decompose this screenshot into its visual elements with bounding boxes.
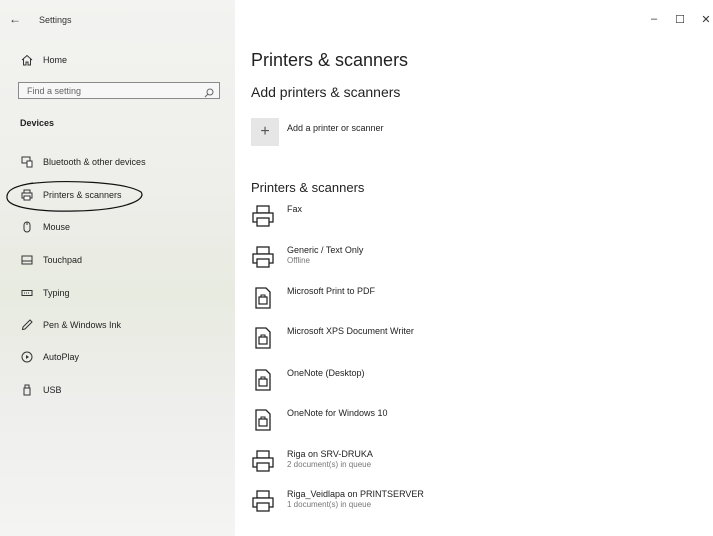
- sidebar-item-label: Mouse: [43, 222, 71, 232]
- sidebar-item-label: AutoPlay: [43, 352, 80, 362]
- sidebar-item-home[interactable]: Home: [20, 50, 67, 70]
- list-item[interactable]: Microsoft XPS Document Writer: [251, 326, 551, 356]
- sidebar-item-touchpad[interactable]: Touchpad: [20, 250, 82, 270]
- maximize-button[interactable]: ☐: [673, 13, 687, 26]
- printer-name: Generic / Text Only: [287, 245, 364, 255]
- search-icon: [204, 85, 214, 103]
- title-bar: ← Settings – ☐ ✕: [0, 0, 713, 40]
- sidebar-item-usb[interactable]: USB: [20, 380, 62, 400]
- sidebar-item-label: USB: [43, 385, 62, 395]
- pen-icon: [20, 318, 34, 332]
- usb-icon: [20, 383, 34, 397]
- add-section-title: Add printers & scanners: [251, 84, 401, 100]
- sidebar-item-printers-scanners[interactable]: Printers & scanners: [20, 185, 122, 205]
- document-printer-icon: [251, 408, 275, 432]
- printers-list-title: Printers & scanners: [251, 180, 365, 195]
- sidebar-item-bluetooth[interactable]: Bluetooth & other devices: [20, 152, 146, 172]
- sidebar-item-label: Bluetooth & other devices: [43, 157, 146, 167]
- printer-status: Offline: [287, 256, 310, 265]
- back-arrow-icon[interactable]: ←: [9, 12, 21, 26]
- list-item[interactable]: OneNote (Desktop): [251, 368, 551, 398]
- printer-name: OneNote for Windows 10: [287, 408, 388, 418]
- sidebar-item-label: Typing: [43, 288, 70, 298]
- home-icon: [20, 53, 34, 67]
- printer-name: Fax: [287, 204, 303, 214]
- sidebar-item-pen[interactable]: Pen & Windows Ink: [20, 315, 121, 335]
- sidebar-item-mouse[interactable]: Mouse: [20, 217, 70, 237]
- touchpad-icon: [20, 253, 34, 267]
- autoplay-icon: [20, 350, 34, 364]
- list-item[interactable]: Riga_Veidlapa on PRINTSERVER 1 document(…: [251, 489, 551, 519]
- document-printer-icon: [251, 286, 275, 310]
- list-item[interactable]: Microsoft Print to PDF: [251, 286, 551, 316]
- page-title: Printers & scanners: [251, 50, 409, 70]
- list-item[interactable]: Riga on SRV-DRUKA 2 document(s) in queue: [251, 449, 551, 479]
- sidebar-item-typing[interactable]: Typing: [20, 283, 70, 303]
- printer-icon: [251, 449, 275, 473]
- minimize-button[interactable]: –: [647, 13, 661, 25]
- add-printer-label[interactable]: Add a printer or scanner: [287, 123, 384, 133]
- document-printer-icon: [251, 368, 275, 392]
- window-title: Settings: [39, 15, 72, 25]
- list-item[interactable]: Generic / Text Only Offline: [251, 245, 551, 275]
- sidebar-item-label: Printers & scanners: [43, 190, 122, 200]
- printer-status: 2 document(s) in queue: [287, 460, 372, 469]
- document-printer-icon: [251, 326, 275, 350]
- printer-name: Riga on SRV-DRUKA: [287, 449, 373, 459]
- list-item[interactable]: Fax: [251, 204, 551, 234]
- printer-name: Microsoft Print to PDF: [287, 286, 376, 296]
- printer-name: Riga_Veidlapa on PRINTSERVER: [287, 489, 424, 499]
- printer-status: 1 document(s) in queue: [287, 500, 372, 509]
- printer-icon: [251, 245, 275, 269]
- printer-icon: [251, 489, 275, 513]
- list-item[interactable]: OneNote for Windows 10: [251, 408, 551, 438]
- plus-icon: +: [260, 123, 270, 140]
- sidebar-item-autoplay[interactable]: AutoPlay: [20, 347, 79, 367]
- mouse-icon: [20, 220, 34, 234]
- printer-name: Microsoft XPS Document Writer: [287, 326, 414, 336]
- search-input[interactable]: Find a setting: [18, 82, 220, 99]
- sidebar-item-label: Pen & Windows Ink: [43, 320, 122, 330]
- printer-icon: [20, 188, 34, 202]
- sidebar-item-label: Home: [43, 55, 68, 65]
- keyboard-icon: [20, 286, 34, 300]
- close-button[interactable]: ✕: [699, 13, 713, 26]
- search-placeholder: Find a setting: [27, 86, 82, 96]
- bluetooth-devices-icon: [20, 155, 34, 169]
- add-printer-button[interactable]: +: [251, 118, 279, 146]
- printer-name: OneNote (Desktop): [287, 368, 365, 378]
- sidebar-item-label: Touchpad: [43, 255, 83, 265]
- printer-icon: [251, 204, 275, 228]
- section-title: Devices: [20, 118, 55, 128]
